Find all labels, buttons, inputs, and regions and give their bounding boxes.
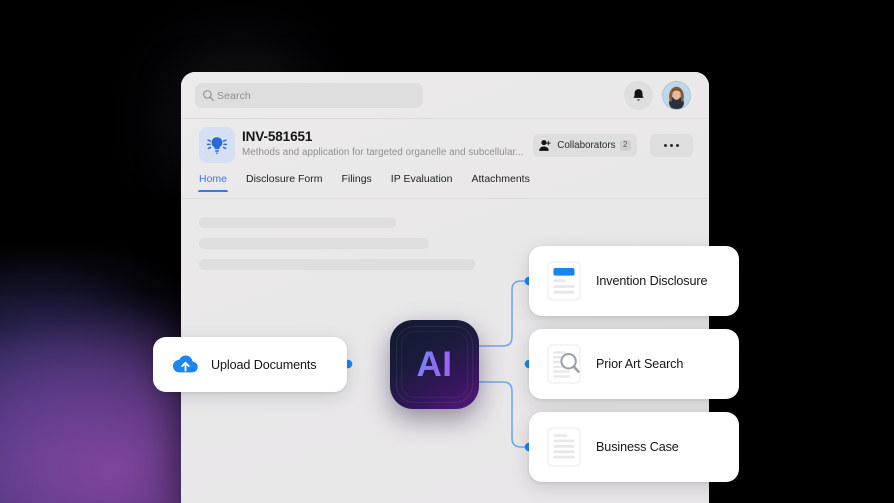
skeleton-bar bbox=[199, 238, 429, 249]
screenshot-stage: Search INV-581651 Methods and applicatio… bbox=[0, 0, 894, 503]
ai-label: AI bbox=[416, 344, 453, 384]
prior-art-search-card[interactable]: Prior Art Search bbox=[529, 329, 739, 399]
avatar-image bbox=[663, 82, 690, 109]
cloud-upload-icon bbox=[172, 355, 198, 373]
upload-documents-label: Upload Documents bbox=[211, 357, 317, 372]
upload-documents-card[interactable]: Upload Documents bbox=[153, 337, 347, 392]
business-case-card[interactable]: Business Case bbox=[529, 412, 739, 482]
tab-home[interactable]: Home bbox=[197, 173, 229, 192]
tab-bar: Home Disclosure Form Filings IP Evaluati… bbox=[181, 173, 709, 199]
document-header: INV-581651 Methods and application for t… bbox=[181, 119, 709, 173]
page-subtitle: Methods and application for targeted org… bbox=[242, 147, 524, 158]
search-input[interactable]: Search bbox=[195, 83, 423, 108]
app-topbar: Search bbox=[181, 72, 709, 119]
page-title: INV-581651 bbox=[242, 129, 313, 144]
lightbulb-icon bbox=[206, 137, 228, 155]
lightbulb-tile bbox=[199, 127, 235, 163]
ellipsis-icon-dot bbox=[669, 143, 674, 148]
search-icon bbox=[203, 90, 214, 102]
prior-art-search-label: Prior Art Search bbox=[596, 357, 684, 371]
document-blue-header-icon bbox=[547, 261, 581, 301]
avatar[interactable] bbox=[662, 81, 691, 110]
collaborators-button[interactable]: Collaborators 2 bbox=[533, 134, 637, 157]
tab-attachments[interactable]: Attachments bbox=[471, 173, 529, 192]
tab-disclosure-form[interactable]: Disclosure Form bbox=[246, 173, 322, 192]
skeleton-bar bbox=[199, 217, 396, 228]
ellipsis-icon-dot bbox=[675, 143, 679, 148]
collaborators-label: Collaborators bbox=[557, 140, 616, 151]
notifications-button[interactable] bbox=[624, 81, 653, 110]
skeleton-bar bbox=[199, 259, 475, 270]
ellipsis-icon-dot bbox=[664, 143, 668, 148]
content-skeleton bbox=[199, 217, 475, 280]
tab-filings[interactable]: Filings bbox=[341, 173, 371, 192]
collaborators-count: 2 bbox=[619, 140, 631, 151]
bell-icon bbox=[633, 89, 644, 101]
invention-disclosure-label: Invention Disclosure bbox=[596, 274, 708, 288]
search-placeholder: Search bbox=[217, 89, 251, 102]
add-person-icon bbox=[539, 140, 551, 151]
document-lines-icon bbox=[547, 427, 581, 467]
invention-disclosure-card[interactable]: Invention Disclosure bbox=[529, 246, 739, 316]
business-case-label: Business Case bbox=[596, 440, 679, 454]
ai-badge-icon[interactable]: AI bbox=[390, 320, 479, 409]
tab-ip-evaluation[interactable]: IP Evaluation bbox=[391, 173, 453, 192]
more-options-button[interactable] bbox=[650, 134, 693, 157]
document-search-icon bbox=[547, 344, 581, 384]
